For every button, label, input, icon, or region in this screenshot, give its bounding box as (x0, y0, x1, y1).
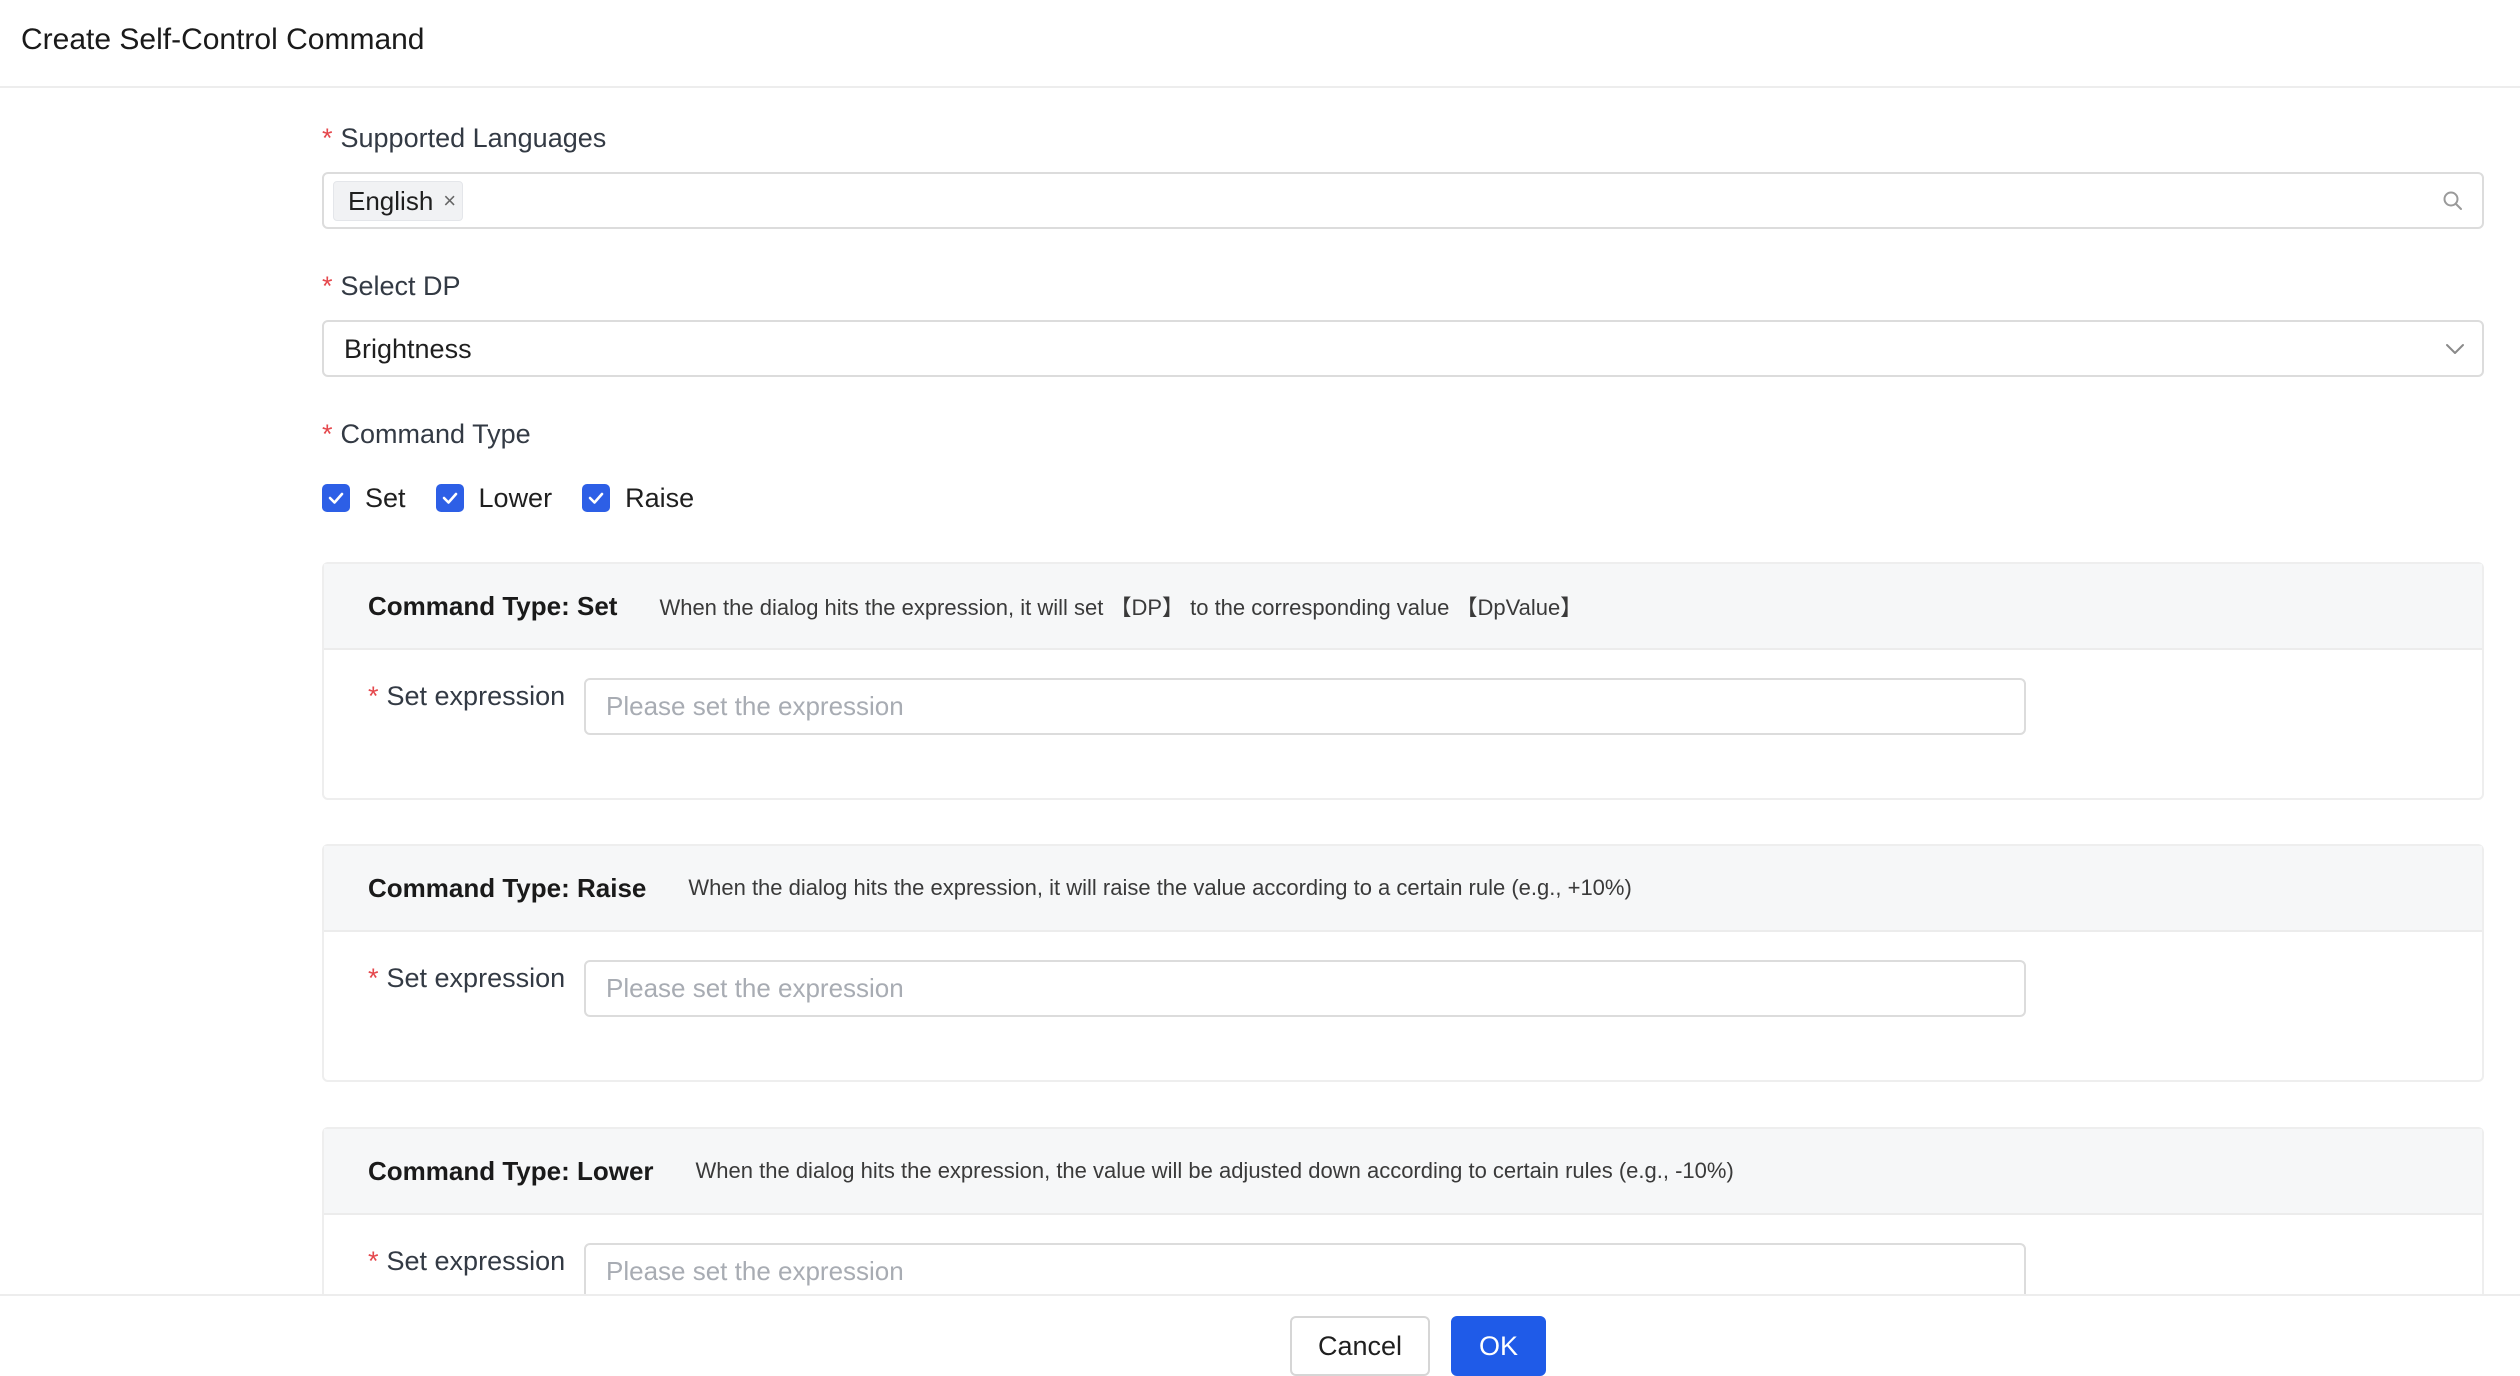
required-mark: * (368, 1246, 379, 1276)
raise-expression-label-text: Set expression (386, 963, 566, 993)
create-command-dialog: Create Self-Control Command * Supported L… (0, 0, 2520, 1376)
cancel-button[interactable]: Cancel (1290, 1316, 1430, 1376)
checkbox-raise[interactable]: Raise (582, 483, 694, 514)
language-tag-label: English (348, 185, 434, 216)
set-expression-label: * Set expression (368, 678, 565, 714)
set-expression-label-text: Set expression (386, 681, 566, 711)
lower-expression-label: * Set expression (368, 1243, 565, 1279)
raise-expression-input[interactable] (584, 960, 2026, 1017)
command-type-label-text: Command Type (340, 419, 531, 449)
required-mark: * (322, 123, 333, 153)
card-header: Command Type: Raise When the dialog hits… (324, 846, 2482, 932)
language-tag-english: English × (333, 181, 464, 221)
required-mark: * (368, 963, 379, 993)
raise-expression-label: * Set expression (368, 960, 565, 996)
required-mark: * (368, 681, 379, 711)
select-dp-value: Brightness (344, 334, 472, 364)
supported-languages-label-text: Supported Languages (340, 123, 607, 153)
checkbox-set[interactable]: Set (322, 483, 406, 514)
dialog-body[interactable]: * Supported Languages English × * Select D… (0, 90, 2520, 1294)
supported-languages-select[interactable]: English × (322, 172, 2484, 229)
card-title: Command Type: Set (368, 590, 618, 621)
select-dp-label-text: Select DP (340, 271, 461, 301)
checkbox-checked-icon[interactable] (435, 484, 464, 512)
command-type-label: * Command Type (322, 416, 531, 452)
set-expression-input[interactable] (584, 678, 2026, 735)
chevron-down-icon (2446, 344, 2464, 354)
lower-expression-label-text: Set expression (386, 1246, 566, 1276)
card-title: Command Type: Raise (368, 872, 647, 903)
required-mark: * (322, 419, 333, 449)
card-header: Command Type: Set When the dialog hits t… (324, 564, 2482, 650)
checkbox-set-label: Set (365, 482, 406, 513)
command-card-raise: Command Type: Raise When the dialog hits… (322, 844, 2484, 1082)
select-dp-label: * Select DP (322, 268, 461, 304)
command-card-set: Command Type: Set When the dialog hits t… (322, 562, 2484, 800)
checkbox-raise-label: Raise (625, 482, 695, 513)
required-mark: * (322, 271, 333, 301)
lower-expression-input[interactable] (584, 1243, 2026, 1294)
checkbox-lower-label: Lower (478, 482, 553, 513)
dialog-header: Create Self-Control Command (0, 0, 2520, 88)
card-description: When the dialog hits the expression, it … (659, 595, 1583, 620)
checkbox-lower[interactable]: Lower (435, 482, 553, 514)
card-header: Command Type: Lower When the dialog hits… (324, 1129, 2482, 1215)
dialog-title: Create Self-Control Command (21, 23, 425, 56)
card-title: Command Type: Lower (368, 1155, 654, 1186)
card-description: When the dialog hits the expression, it … (688, 875, 1632, 900)
checkbox-checked-icon[interactable] (322, 484, 350, 512)
command-card-lower: Command Type: Lower When the dialog hits… (322, 1127, 2484, 1294)
select-dp-dropdown[interactable]: Brightness (322, 320, 2484, 377)
card-description: When the dialog hits the expression, the… (695, 1158, 1734, 1183)
dialog-footer: Cancel OK (0, 1294, 2520, 1376)
ok-button[interactable]: OK (1451, 1316, 1546, 1376)
checkbox-checked-icon[interactable] (582, 484, 611, 512)
command-type-checkboxes: Set Lower Raise (322, 480, 724, 516)
tag-close-icon[interactable]: × (443, 188, 456, 214)
supported-languages-label: * Supported Languages (322, 120, 606, 156)
search-icon (2443, 191, 2462, 210)
